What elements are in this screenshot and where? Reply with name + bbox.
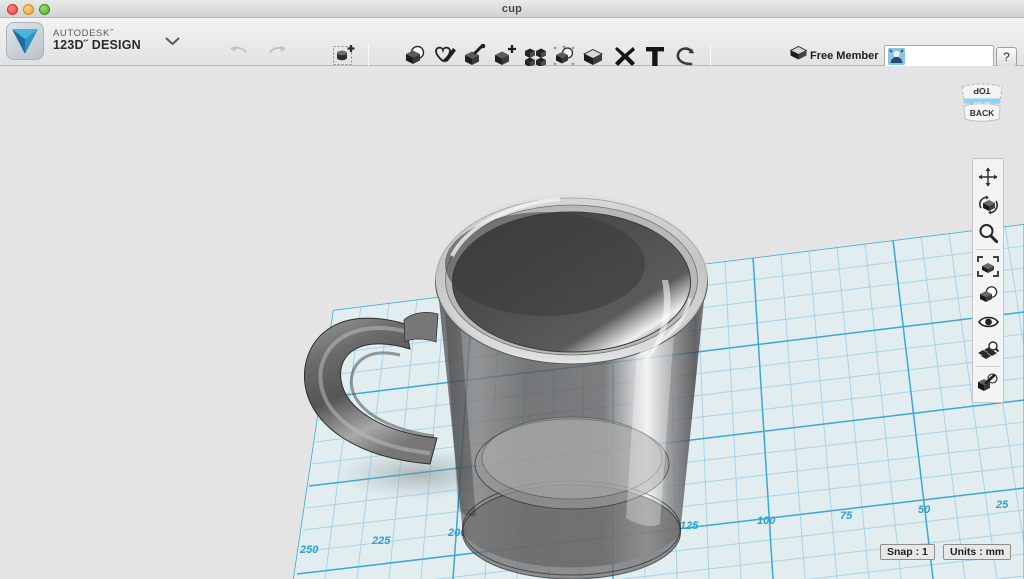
brand-area[interactable]: AUTODESK˝ 123D˝ DESIGN [6,22,180,60]
3d-viewport[interactable]: 250 225 200 175 150 125 100 75 50 25 [0,66,1024,579]
toolbar-divider [976,249,1000,250]
grid-label-9: 25 [995,499,1009,511]
view-cube[interactable]: TOP BACK [956,74,1008,132]
units-status[interactable]: Units : mm [943,544,1012,560]
orbit-tool[interactable] [974,191,1002,219]
view-style-tool[interactable] [974,280,1002,308]
zoom-tool[interactable] [974,219,1002,247]
window-title-bar: cup [0,0,1024,18]
navigation-toolbar [972,158,1004,403]
app-window: cup AUTODESK˝ 123D˝ DESIGN Free Member ?… [0,0,1024,579]
minimize-button[interactable] [23,4,34,15]
user-avatar-icon [888,47,906,65]
membership-area: Free Member [789,45,995,67]
grid-label-7: 75 [840,510,853,522]
grid-settings-tool[interactable] [974,336,1002,364]
chevron-down-icon[interactable] [165,34,180,49]
stacked-layers-icon [789,45,808,67]
close-button[interactable] [7,4,18,15]
material-tool[interactable] [974,369,1002,397]
window-controls [7,4,50,15]
grid-label-0: 250 [299,544,319,556]
grid-label-6: 100 [757,515,776,527]
membership-label: Free Member [810,50,879,62]
help-button[interactable]: ? [996,47,1017,67]
viewcube-top-label: TOP [973,86,991,96]
fit-tool[interactable] [974,252,1002,280]
visibility-tool[interactable] [974,308,1002,336]
undo-arrow-icon[interactable] [228,44,248,62]
brand-line-product: 123D˝ DESIGN [53,38,141,53]
toolbar-divider-2 [976,366,1000,367]
autodesk-123d-logo-icon [6,22,44,60]
maximize-button[interactable] [39,4,50,15]
pan-tool[interactable] [974,163,1002,191]
history-buttons [228,44,288,62]
handle-joint-top [403,312,439,343]
membership-input[interactable] [884,45,995,67]
snap-status[interactable]: Snap : 1 [880,544,935,560]
window-title: cup [501,2,523,15]
main-toolbar: AUTODESK˝ 123D˝ DESIGN Free Member ? [0,18,1024,72]
grid-label-8: 50 [918,504,931,516]
redo-arrow-icon[interactable] [268,44,288,62]
grid-label-5: 125 [680,520,699,532]
viewcube-front-label: BACK [970,108,995,118]
scene-render: 250 225 200 175 150 125 100 75 50 25 [0,66,1024,579]
grid-label-1: 225 [371,535,391,547]
